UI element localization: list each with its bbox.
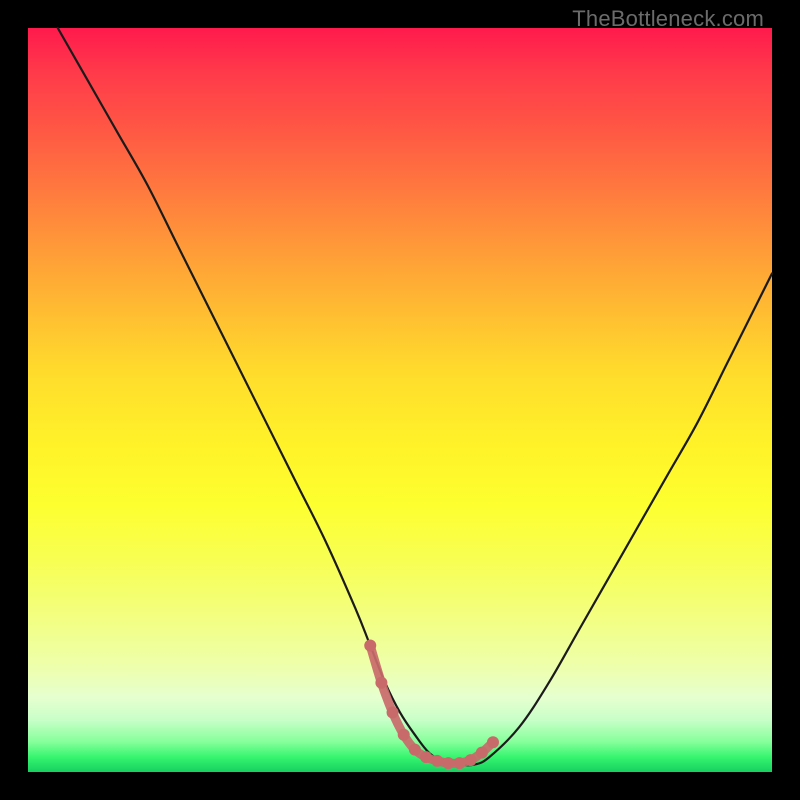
- flat-marker: [398, 729, 410, 741]
- flat-marker: [387, 706, 399, 718]
- flat-marker: [375, 677, 387, 689]
- flat-marker: [442, 757, 454, 769]
- flat-marker: [409, 744, 421, 756]
- flat-region-highlight: [370, 646, 493, 764]
- flat-marker: [487, 736, 499, 748]
- plot-area: [28, 28, 772, 772]
- chart-svg: [28, 28, 772, 772]
- flat-marker: [420, 751, 432, 763]
- flat-marker: [364, 640, 376, 652]
- flat-marker: [431, 755, 443, 767]
- flat-marker: [465, 754, 477, 766]
- flat-marker: [476, 747, 488, 759]
- flat-marker: [454, 757, 466, 769]
- chart-frame: TheBottleneck.com: [0, 0, 800, 800]
- bottleneck-curve: [58, 28, 772, 765]
- watermark-text: TheBottleneck.com: [572, 6, 764, 32]
